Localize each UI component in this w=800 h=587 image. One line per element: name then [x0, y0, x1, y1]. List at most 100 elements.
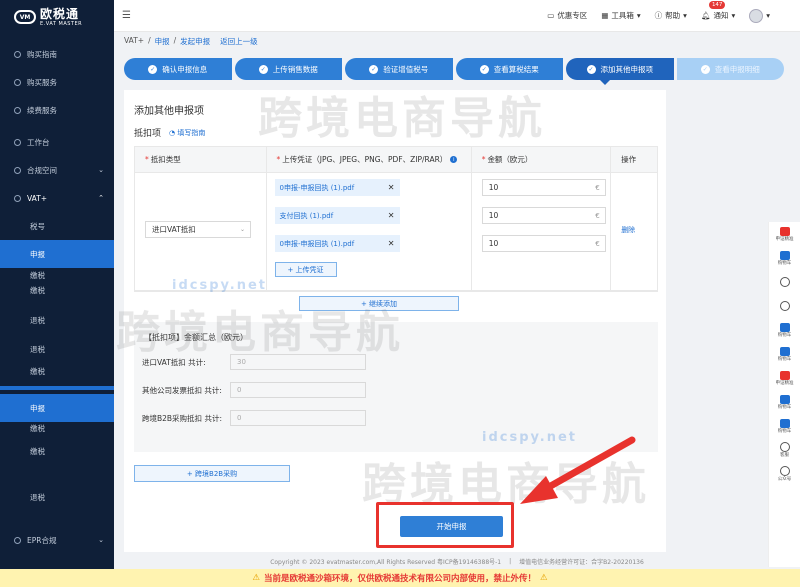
- toolbox-icon: ▦: [601, 11, 609, 20]
- brand-tagline: E.VAT MASTER: [40, 20, 83, 27]
- guide-link[interactable]: ◔ 填写指南: [169, 128, 205, 138]
- col-action: 操作: [621, 155, 637, 164]
- float-item[interactable]: 购物车: [769, 342, 800, 366]
- step-upload-sales[interactable]: ✓ 上传销售数据: [234, 58, 342, 80]
- sidebar-sub-pay-tax-3[interactable]: 缴税: [0, 356, 114, 386]
- refresh-icon: [14, 106, 21, 114]
- float-item[interactable]: 购物车: [769, 318, 800, 342]
- sidebar: VM 欧税通 E.VAT MASTER 购买指南 购买服务 续费服务 工作台 合…: [0, 0, 114, 569]
- upload-button[interactable]: + 上传凭证: [274, 262, 337, 277]
- breadcrumb-declare[interactable]: 申报: [155, 36, 170, 47]
- sidebar-sub-refund-3[interactable]: 退税: [0, 468, 114, 526]
- menu-collapse-icon[interactable]: ☰: [122, 10, 131, 21]
- step-verify-vat[interactable]: ✓ 验证增值税号: [345, 58, 453, 80]
- check-icon: ✓: [369, 64, 379, 74]
- chevron-down-icon: ⌄: [98, 166, 104, 174]
- sidebar-sub-declare-2[interactable]: 申报: [0, 394, 114, 422]
- sidebar-item-buy-service[interactable]: 购买服务: [0, 68, 114, 96]
- chevron-down-icon: ▾: [766, 11, 770, 20]
- help-menu[interactable]: ⓘ 帮助 ▾: [655, 10, 687, 21]
- back-link[interactable]: 返回上一级: [220, 36, 258, 47]
- warning-icon: ⚠: [252, 573, 260, 583]
- summary-value: 30: [230, 354, 366, 370]
- chevron-down-icon: ⌄: [98, 536, 104, 544]
- step-tax-result[interactable]: ✓ 查看算税结果: [455, 58, 563, 80]
- file-chip[interactable]: 0申报-申报回执 (1).pdf ✕: [274, 235, 400, 252]
- sidebar-sub-pay-tax-4[interactable]: 缴税: [0, 422, 114, 434]
- toolbox-menu[interactable]: ▦ 工具箱 ▾: [601, 10, 640, 21]
- sidebar-item-epr[interactable]: EPR合规 ⌄: [0, 526, 114, 554]
- floating-toolbar: 申证精准 购物车 购物车 购物车 申证精准 购物车 购物车 客服 公众号: [768, 222, 800, 567]
- float-item[interactable]: 公众号: [769, 462, 800, 486]
- close-icon[interactable]: ✕: [388, 183, 395, 192]
- sidebar-sub-refund[interactable]: 退税: [0, 298, 114, 342]
- deduction-table: * 抵扣类型 * 上传凭证（JPG、JPEG、PNG、PDF、ZIP/RAR） i *…: [134, 146, 658, 292]
- sidebar-divider: [0, 386, 114, 390]
- chevron-down-icon: ▾: [636, 11, 641, 20]
- breadcrumb-root[interactable]: VAT+: [124, 36, 144, 47]
- notify-menu[interactable]: 🔔︎ 147 通知 ▾: [700, 1, 736, 21]
- sidebar-item-vat-plus[interactable]: VAT+ ⌃: [0, 184, 114, 212]
- float-item[interactable]: 客服: [769, 438, 800, 462]
- summary-value: 0: [230, 382, 366, 398]
- shield-icon: [14, 166, 21, 174]
- file-chip[interactable]: 0申报-申报回执 (1).pdf ✕: [274, 179, 400, 196]
- add-b2b-button[interactable]: + 跨境B2B采购: [134, 465, 290, 482]
- sidebar-sub-refund-2[interactable]: 退税: [0, 342, 114, 356]
- user-menu[interactable]: ▾: [749, 8, 770, 23]
- cart-icon: [779, 418, 790, 428]
- logo-mark-icon: VM: [14, 10, 36, 24]
- brand-logo[interactable]: VM 欧税通 E.VAT MASTER: [0, 0, 114, 34]
- progress-steps: ✓ 确认申报信息 ✓ 上传销售数据 ✓ 验证增值税号 ✓ 查看算税结果 ✓ 添加其他申报项…: [124, 58, 784, 80]
- step-confirm-info[interactable]: ✓ 确认申报信息: [124, 58, 232, 80]
- float-item[interactable]: 申证精准: [769, 366, 800, 390]
- sidebar-item-purchase-guide[interactable]: 购买指南: [0, 40, 114, 68]
- close-icon[interactable]: ✕: [388, 239, 395, 248]
- cart-icon: [14, 78, 21, 86]
- annotation-arrow-icon: [520, 436, 636, 504]
- leaf-icon: [14, 536, 21, 544]
- bell-icon: 🔔︎: [700, 11, 711, 20]
- warning-icon: ⚠: [540, 573, 548, 583]
- summary-title: 【抵扣项】金额汇总（欧元）: [144, 333, 248, 342]
- float-item[interactable]: 购物车: [769, 390, 800, 414]
- amount-input[interactable]: 10 €: [481, 207, 606, 224]
- amount-input[interactable]: 10 €: [481, 179, 606, 196]
- float-item[interactable]: 申证精准: [769, 222, 800, 246]
- sidebar-item-workbench[interactable]: 工作台: [0, 128, 114, 156]
- info-icon[interactable]: i: [450, 156, 458, 163]
- file-chip[interactable]: 支付回执 (1).pdf ✕: [274, 207, 400, 224]
- check-icon: ✓: [258, 64, 268, 74]
- col-amount: * 金额（欧元）: [472, 147, 612, 172]
- step-add-items[interactable]: ✓ 添加其他申报项: [566, 58, 674, 80]
- certificate-icon: [779, 226, 790, 236]
- amount-input[interactable]: 10 €: [481, 235, 606, 252]
- sidebar-sub-tax-number[interactable]: 税号: [0, 212, 114, 240]
- close-icon[interactable]: ✕: [388, 211, 395, 220]
- float-item[interactable]: 购物车: [769, 414, 800, 438]
- promo-link[interactable]: ▭ 优惠专区: [547, 10, 587, 21]
- chevron-down-icon: ▾: [731, 11, 736, 20]
- step-view-details[interactable]: ✓ 查看申报明细: [676, 58, 784, 80]
- start-declare-button[interactable]: 开始申报: [400, 516, 503, 537]
- chevron-up-icon: ⌃: [98, 194, 104, 202]
- chevron-down-icon: ▾: [683, 11, 687, 20]
- sidebar-sub-declare[interactable]: 申报: [0, 240, 114, 268]
- globe-icon: [14, 194, 21, 202]
- float-item[interactable]: [769, 294, 800, 318]
- sidebar-sub-pay-tax-5[interactable]: 缴税: [0, 434, 114, 468]
- brand-name: 欧税通: [40, 6, 80, 21]
- sidebar-item-renew-service[interactable]: 续费服务: [0, 96, 114, 124]
- float-item[interactable]: 购物车: [769, 246, 800, 270]
- check-icon: ✓: [700, 64, 710, 74]
- certificate-icon: [779, 370, 790, 380]
- sidebar-item-compliance-space[interactable]: 合规空间 ⌄: [0, 156, 114, 184]
- deduction-type-select[interactable]: 进口VAT抵扣 ⌄: [145, 221, 251, 238]
- sidebar-sub-pay-tax[interactable]: 缴税: [0, 268, 114, 282]
- float-item[interactable]: [769, 270, 800, 294]
- delete-link[interactable]: 删除: [621, 225, 635, 235]
- sandbox-warning-banner: ⚠ 当前是欧税通沙箱环境，仅供欧税通技术有限公司内部使用，禁止外传！ ⚠: [0, 569, 800, 587]
- sidebar-sub-pay-tax-2[interactable]: 缴税: [0, 282, 114, 298]
- add-more-button[interactable]: + 继续添加: [299, 296, 459, 311]
- breadcrumb-start-declare[interactable]: 发起申报: [180, 36, 210, 47]
